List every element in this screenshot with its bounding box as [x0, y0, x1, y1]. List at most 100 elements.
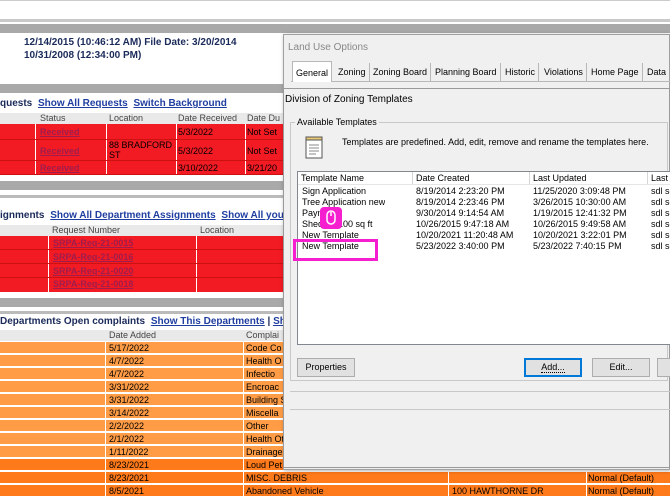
- complaint-date: 5/17/2022: [109, 343, 150, 353]
- assignments-header: ignments Show All Department Assignments…: [0, 210, 288, 221]
- complaint-type: Building S: [246, 395, 287, 405]
- complaint-date: 1/11/2022: [109, 447, 149, 457]
- switch-background-link[interactable]: Switch Background: [133, 98, 226, 109]
- request-date: 5/3/2022: [178, 127, 214, 137]
- show-all-requests-link[interactable]: Show All Requests: [38, 98, 128, 109]
- template-created: 8/19/2014 2:23:46 PM: [416, 197, 505, 207]
- show-all-your-link[interactable]: Show All your: [221, 210, 287, 221]
- template-row[interactable]: Tree Application new 8/19/2014 2:23:46 PM…: [298, 197, 670, 208]
- template-by: sdl se: [651, 186, 670, 196]
- template-created: 9/30/2014 9:14:54 AM: [416, 208, 505, 218]
- col-assign-location: Location: [200, 225, 235, 235]
- complaint-date: 4/7/2022: [109, 369, 145, 379]
- col-last-updated[interactable]: Last Updated: [530, 172, 648, 184]
- assignments-table-header: Request Number Location: [0, 225, 283, 236]
- request-date: 3/10/2022: [178, 163, 219, 173]
- assignment-link[interactable]: SRPA-Req-21-0018: [53, 279, 133, 289]
- add-label: Add...: [541, 362, 565, 373]
- complaints-title: Departments Open complaints: [0, 316, 146, 327]
- template-created: 10/20/2021 11:20:48 AM: [416, 230, 514, 240]
- show-all-dept-assignments-link[interactable]: Show All Department Assignments: [50, 210, 215, 221]
- assignment-link[interactable]: SRPA-Req-21-0016: [53, 252, 133, 262]
- document-icon: [304, 136, 324, 160]
- template-by: sdl se: [651, 219, 670, 229]
- tab-data[interactable]: Data: [644, 63, 669, 81]
- add-button[interactable]: Add...: [524, 358, 582, 377]
- template-name: Sign Application: [302, 186, 367, 196]
- assignment-link[interactable]: SRPA-Req-21-0020: [53, 266, 133, 276]
- mouse-click-icon: [320, 207, 342, 229]
- properties-button[interactable]: Properties: [297, 358, 355, 377]
- requests-header: quests Show All Requests Switch Backgrou…: [0, 98, 227, 109]
- tab-violations[interactable]: Violations: [541, 63, 587, 81]
- complaint-date: 3/14/2022: [109, 408, 150, 418]
- request-row[interactable]: Received 88 BRADFORD ST 5/3/2022 Not Set: [0, 140, 283, 161]
- request-status-link[interactable]: Received: [40, 146, 80, 156]
- complaint-date: 8/23/2021: [109, 460, 150, 470]
- tab-general[interactable]: General: [292, 61, 333, 82]
- template-row[interactable]: Sign Application 8/19/2014 2:23:20 PM 11/2…: [298, 186, 670, 197]
- request-row[interactable]: Received 3/10/2022 3/21/20: [0, 161, 283, 175]
- request-row[interactable]: Received 5/3/2022 Not Set: [0, 124, 283, 140]
- complaint-type: Loud Pet: [246, 460, 283, 470]
- template-by: sdl se: [651, 208, 670, 218]
- complaint-type: Drainage: [246, 447, 283, 457]
- template-by: sdl se: [651, 241, 670, 251]
- requests-title: quests: [0, 98, 33, 109]
- template-updated: 10/20/2021 3:22:01 PM: [533, 230, 627, 240]
- assignment-link[interactable]: SRPA-Req-21-0015: [53, 238, 133, 248]
- tab-historic[interactable]: Historic: [502, 63, 540, 81]
- request-due: Not Set: [247, 146, 278, 156]
- top-line-1: 12/14/2015 (10:46:12 AM) File Date: 3/20…: [24, 37, 237, 48]
- complaint-location: 100 HAWTHORNE DR: [452, 486, 544, 496]
- col-status: Status: [40, 113, 66, 123]
- complaints-header: Departments Open complaints Show This De…: [0, 316, 286, 327]
- template-updated: 11/25/2020 3:09:48 PM: [533, 186, 626, 196]
- col-date-created[interactable]: Date Created: [413, 172, 530, 184]
- template-row[interactable]: Paym et 9/30/2014 9:14:54 AM 1/19/2015 12:…: [298, 208, 670, 219]
- more-button[interactable]: [657, 358, 670, 377]
- complaint-row[interactable]: 8/23/2021 MISC. DEBRIS Normal (Default): [0, 472, 670, 484]
- template-created: 10/26/2015 9:47:18 AM: [416, 219, 510, 229]
- col-last-by[interactable]: Last: [648, 172, 670, 184]
- template-updated: 5/23/2022 7:40:15 PM: [533, 241, 622, 251]
- request-status-link[interactable]: Received: [40, 163, 80, 173]
- requests-table-header: Status Location Date Received Date Du: [0, 113, 283, 124]
- complaint-type: Code Co: [246, 343, 282, 353]
- complaint-type: MISC. DEBRIS: [246, 473, 308, 483]
- complaint-date: 4/7/2022: [109, 356, 145, 366]
- tab-zoning-board[interactable]: Zoning Board: [370, 63, 432, 81]
- complaint-type: Health O: [246, 356, 282, 366]
- complaint-type: Other: [246, 421, 269, 431]
- col-request-number: Request Number: [52, 225, 121, 235]
- complaint-type: Infectio: [246, 369, 276, 379]
- tab-zoning[interactable]: Zoning: [335, 63, 370, 81]
- tab-home-page[interactable]: Home Page: [588, 63, 643, 81]
- tab-planning-board[interactable]: Planning Board: [432, 63, 501, 81]
- top-line-2: 10/31/2008 (12:34:00 PM): [24, 50, 142, 61]
- request-status-link[interactable]: Received: [40, 127, 80, 137]
- complaint-priority: Normal (Default): [588, 473, 655, 483]
- gray-bar-1: [0, 24, 670, 33]
- divider: [290, 391, 670, 392]
- complaint-type: Health Ot: [246, 434, 285, 444]
- complaint-row[interactable]: 8/5/2021 Abandoned Vehicle 100 HAWTHORNE D…: [0, 485, 670, 497]
- col-date-received: Date Received: [178, 113, 238, 123]
- template-by: sdl se: [651, 230, 670, 240]
- request-location: 88 BRADFORD ST: [109, 140, 173, 160]
- template-name: Tree Application new: [302, 197, 386, 207]
- template-updated: 3/26/2015 10:30:00 AM: [533, 197, 627, 207]
- divider: [290, 409, 670, 410]
- template-updated: 1/19/2015 12:41:32 PM: [533, 208, 627, 218]
- zoning-templates-window: Division of Zoning Templates Available T…: [283, 88, 670, 468]
- template-row[interactable]: Shed an 100 sq ft10/26/2015 9:47:18 AM10…: [298, 219, 670, 230]
- edit-button[interactable]: Edit...: [592, 358, 650, 377]
- complaint-type: Abandoned Vehicle: [246, 486, 324, 496]
- complaint-date: 8/5/2021: [109, 486, 145, 496]
- show-this-departments-link[interactable]: Show This Departments: [151, 316, 265, 327]
- col-template-name[interactable]: Template Name: [298, 172, 413, 184]
- template-created: 8/19/2014 2:23:20 PM: [416, 186, 505, 196]
- col-complaint: Complai: [246, 330, 280, 340]
- complaint-date: 3/31/2022: [109, 382, 150, 392]
- info-text: Templates are predefined. Add, edit, rem…: [342, 137, 649, 147]
